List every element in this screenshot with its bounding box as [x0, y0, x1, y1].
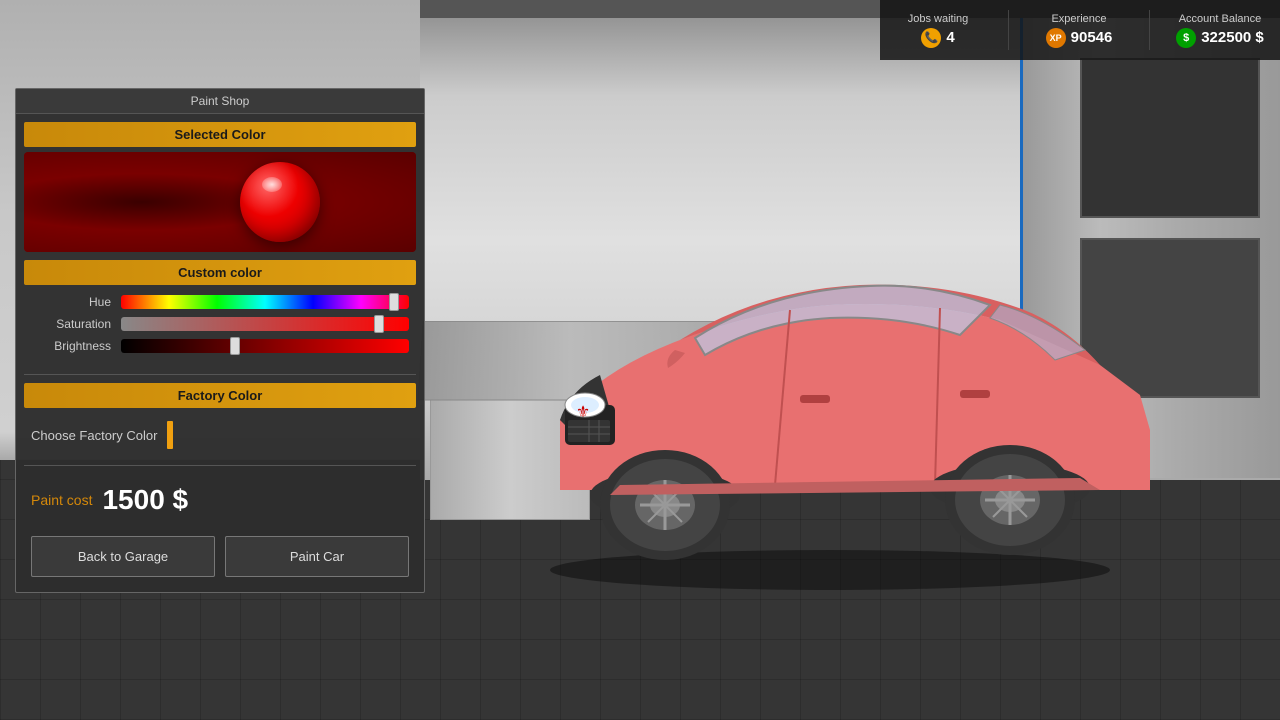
hud-divider-1: [1008, 10, 1009, 50]
account-balance-label: Account Balance: [1179, 13, 1262, 25]
color-preview-area: [24, 152, 416, 252]
jobs-waiting-value: 4: [946, 29, 954, 46]
hue-label: Hue: [31, 295, 111, 309]
panel-title: Paint Shop: [16, 89, 424, 114]
choose-factory-color-label[interactable]: Choose Factory Color: [31, 428, 157, 443]
saturation-row: Saturation: [31, 317, 409, 331]
garage-door-panel-top: [1080, 58, 1260, 218]
factory-color-swatch: [167, 421, 173, 449]
hud-bar: Jobs waiting 📞 4 Experience XP 90546 Acc…: [880, 0, 1280, 60]
phone-icon: 📞: [921, 28, 941, 48]
custom-color-header: Custom color: [24, 260, 416, 285]
saturation-slider[interactable]: [121, 317, 409, 331]
saturation-label: Saturation: [31, 317, 111, 331]
divider-2: [24, 465, 416, 466]
color-preview-background: [24, 152, 416, 252]
account-balance-section: Account Balance $ 322500 $: [1170, 13, 1270, 48]
back-to-garage-button[interactable]: Back to Garage: [31, 536, 215, 577]
brightness-thumb: [230, 337, 240, 355]
brightness-row: Brightness: [31, 339, 409, 353]
experience-value: 90546: [1071, 29, 1113, 46]
hue-row: Hue: [31, 295, 409, 309]
paint-shop-panel: Paint Shop Selected Color Custom color H…: [15, 88, 425, 593]
brightness-label: Brightness: [31, 339, 111, 353]
experience-value-container: XP 90546: [1046, 28, 1113, 48]
paint-cost-label: Paint cost: [31, 492, 92, 508]
svg-text:⚜: ⚜: [576, 404, 590, 421]
sphere-highlight: [262, 177, 282, 192]
paint-cost-area: Paint cost 1500 $: [16, 474, 424, 526]
divider-1: [24, 374, 416, 375]
hue-thumb: [389, 293, 399, 311]
color-sphere: [240, 162, 320, 242]
car-svg: ⚜: [480, 210, 1180, 590]
factory-color-row: Choose Factory Color: [16, 413, 424, 457]
xp-icon: XP: [1046, 28, 1066, 48]
jobs-waiting-section: Jobs waiting 📞 4: [888, 13, 988, 48]
saturation-thumb: [374, 315, 384, 333]
factory-color-header: Factory Color: [24, 383, 416, 408]
hud-divider-2: [1149, 10, 1150, 50]
experience-label: Experience: [1051, 13, 1106, 25]
paint-cost-value: 1500 $: [102, 484, 188, 516]
hue-slider[interactable]: [121, 295, 409, 309]
account-balance-value-container: $ 322500 $: [1176, 28, 1264, 48]
jobs-waiting-label: Jobs waiting: [908, 13, 969, 25]
jobs-waiting-value-container: 📞 4: [921, 28, 954, 48]
paint-car-button[interactable]: Paint Car: [225, 536, 409, 577]
account-balance-value: 322500 $: [1201, 29, 1264, 46]
experience-section: Experience XP 90546: [1029, 13, 1129, 48]
sliders-area: Hue Saturation Brightness: [16, 290, 424, 366]
money-icon: $: [1176, 28, 1196, 48]
car-display: ⚜: [480, 210, 1180, 590]
brightness-slider[interactable]: [121, 339, 409, 353]
bottom-buttons: Back to Garage Paint Car: [16, 531, 424, 582]
selected-color-header: Selected Color: [24, 122, 416, 147]
